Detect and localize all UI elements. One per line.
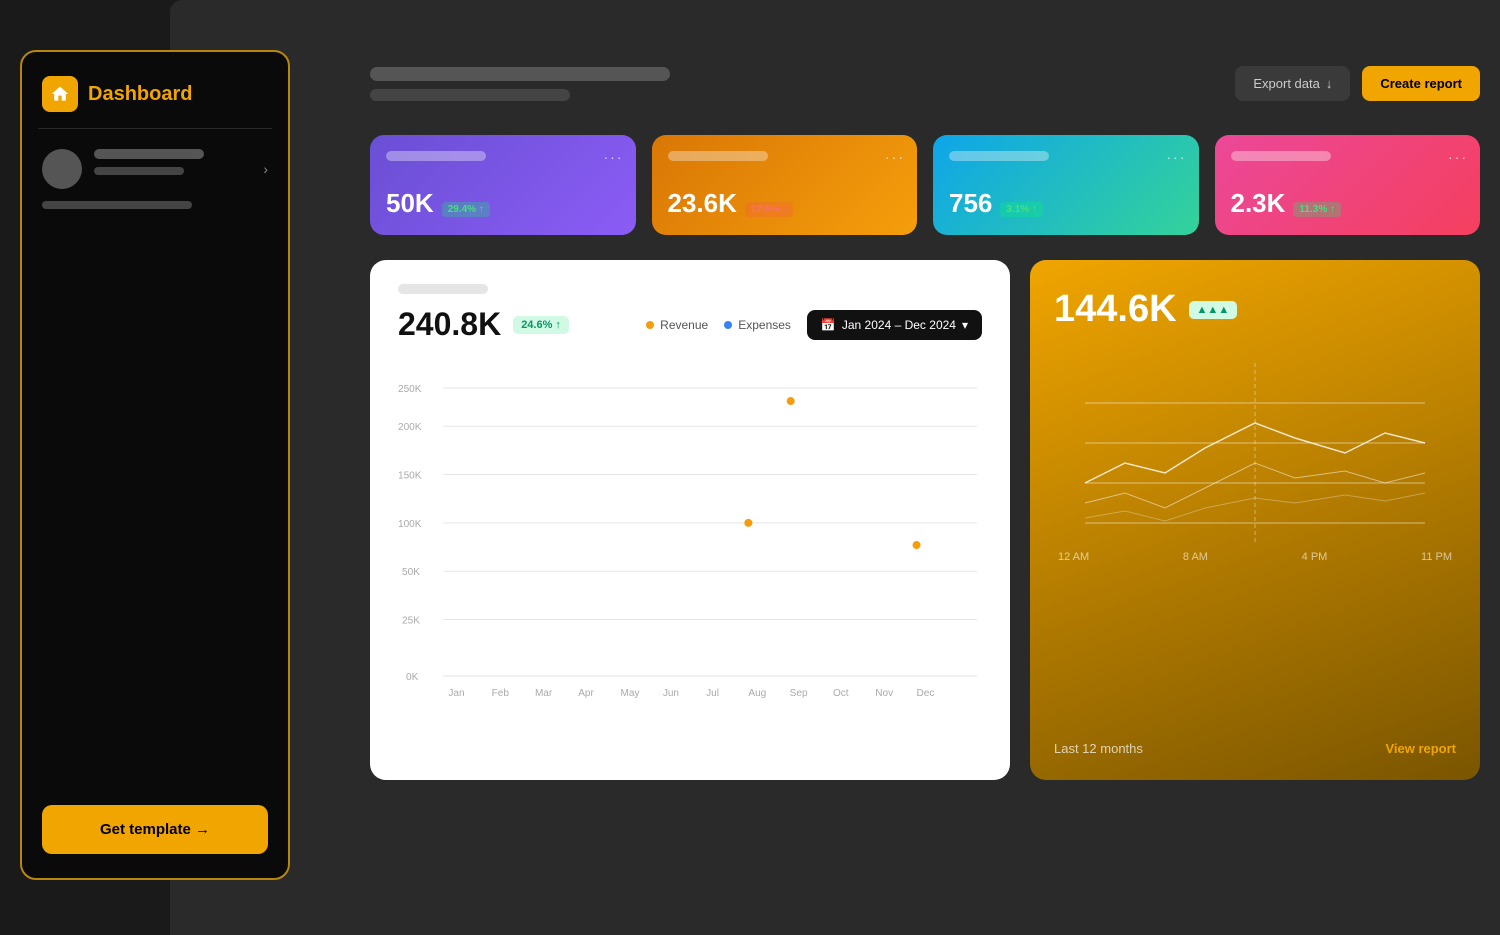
metric-card-1: ··· 50K 29.4% ↑ [370,135,636,235]
chart-title-row: 240.8K 24.6% ↑ Revenue Expenses 📅 Jan 20… [398,306,982,343]
card-label-bar-2 [668,151,768,161]
sidebar-title: Dashboard [88,83,192,106]
download-icon: ↓ [1326,76,1333,91]
legend-revenue: Revenue [646,318,708,332]
metric-badge-3: 3.1% ↑ [1000,202,1043,217]
y-label-25k: 25K [402,616,420,627]
date-range-label: Jan 2024 – Dec 2024 [842,318,956,332]
y-label-250k: 250K [398,384,422,395]
metric-value-1: 50K [386,188,434,219]
y-label-200k: 200K [398,422,422,433]
card-menu-icon-4[interactable]: ··· [1448,149,1468,165]
card-label-bar-1 [386,151,486,161]
user-name-placeholder [94,149,204,159]
chart-main-value: 240.8K [398,306,501,343]
x-label-feb: Feb [492,688,510,699]
right-panel: 144.6K ▲▲▲ 12 AM 8 AM 4 PM 11 PM Last 12… [1030,260,1480,780]
chevron-right-icon: › [263,161,268,177]
y-label-50k: 50K [402,567,420,578]
chevron-down-icon: ▾ [962,318,968,332]
revenue-dot-aug [744,519,752,527]
right-panel-svg [1054,363,1456,543]
metric-value-3: 756 [949,188,992,219]
user-info [94,149,251,175]
metric-badge-2: 12.6% ↓ [745,202,793,217]
x-label-sep: Sep [790,688,808,699]
card-menu-icon-3[interactable]: ··· [1167,149,1187,165]
x-label-nov: Nov [875,688,893,699]
time-label-4pm: 4 PM [1302,551,1328,563]
x-label-may: May [621,688,640,699]
top-bar-actions: Export data ↓ Create report [1235,66,1480,101]
page-title-area [370,67,670,101]
x-label-aug: Aug [748,688,766,699]
user-sub-placeholder [42,201,192,209]
mini-wave-1 [1085,423,1425,483]
x-label-dec: Dec [917,688,935,699]
top-bar: Export data ↓ Create report [370,50,1480,117]
page-title-placeholder [370,67,670,81]
legend-dot-expenses [724,321,732,329]
user-role-placeholder [94,167,184,175]
right-panel-footer: Last 12 months View report [1054,741,1456,756]
time-label-11pm: 11 PM [1421,551,1452,563]
right-panel-main-value: 144.6K [1054,288,1177,331]
create-report-button[interactable]: Create report [1362,66,1480,101]
legend-expenses: Expenses [724,318,791,332]
export-data-button[interactable]: Export data ↓ [1235,66,1350,101]
sidebar-user: › [22,129,288,201]
right-panel-badge: ▲▲▲ [1189,301,1238,319]
x-label-mar: Mar [535,688,553,699]
chart-legend: Revenue Expenses 📅 Jan 2024 – Dec 2024 ▾ [646,310,982,340]
sidebar-logo [42,76,78,112]
metric-value-4: 2.3K [1231,188,1286,219]
chart-badge: 24.6% ↑ [513,316,569,334]
y-label-100k: 100K [398,519,422,530]
chart-svg: 250K 200K 150K 100K 50K 25K 0K Jan Feb M… [398,359,982,719]
legend-revenue-label: Revenue [660,318,708,332]
metric-badge-1: 29.4% ↑ [442,202,490,217]
card-label-bar-3 [949,151,1049,161]
calendar-icon: 📅 [821,318,836,332]
time-label-8am: 8 AM [1183,551,1208,563]
metric-card-2: ··· 23.6K 12.6% ↓ [652,135,918,235]
x-label-jul: Jul [706,688,719,699]
sidebar: Dashboard › Get template → [20,50,290,880]
legend-expenses-label: Expenses [738,318,791,332]
x-label-apr: Apr [578,688,594,699]
time-label-12am: 12 AM [1058,551,1089,563]
right-panel-value: 144.6K ▲▲▲ [1054,288,1456,331]
avatar [42,149,82,189]
sidebar-header: Dashboard [22,52,288,128]
x-label-oct: Oct [833,688,849,699]
right-panel-time-labels: 12 AM 8 AM 4 PM 11 PM [1054,551,1456,563]
card-menu-icon-1[interactable]: ··· [604,149,624,165]
metric-card-3: ··· 756 3.1% ↑ [933,135,1199,235]
metric-card-4: ··· 2.3K 11.3% ↑ [1215,135,1481,235]
metric-value-2: 23.6K [668,188,737,219]
period-label: Last 12 months [1054,741,1143,756]
main-chart: 240.8K 24.6% ↑ Revenue Expenses 📅 Jan 20… [370,260,1010,780]
revenue-dot-dec [913,541,921,549]
page-subtitle-placeholder [370,89,570,101]
date-range-button[interactable]: 📅 Jan 2024 – Dec 2024 ▾ [807,310,982,340]
card-label-bar-4 [1231,151,1331,161]
get-template-button[interactable]: Get template → [42,805,268,854]
right-panel-chart [1054,363,1456,543]
x-label-jun: Jun [663,688,679,699]
revenue-dot-sep [787,397,795,405]
metric-badge-4: 11.3% ↑ [1293,202,1341,217]
metric-cards-row: ··· 50K 29.4% ↑ ··· 23.6K 12.6% ↓ ··· 75… [370,135,1480,235]
x-label-jan: Jan [448,688,464,699]
legend-dot-revenue [646,321,654,329]
view-report-button[interactable]: View report [1385,741,1456,756]
y-label-150k: 150K [398,471,422,482]
card-menu-icon-2[interactable]: ··· [885,149,905,165]
y-label-0k: 0K [406,672,419,683]
chart-subtitle-bar [398,284,488,294]
